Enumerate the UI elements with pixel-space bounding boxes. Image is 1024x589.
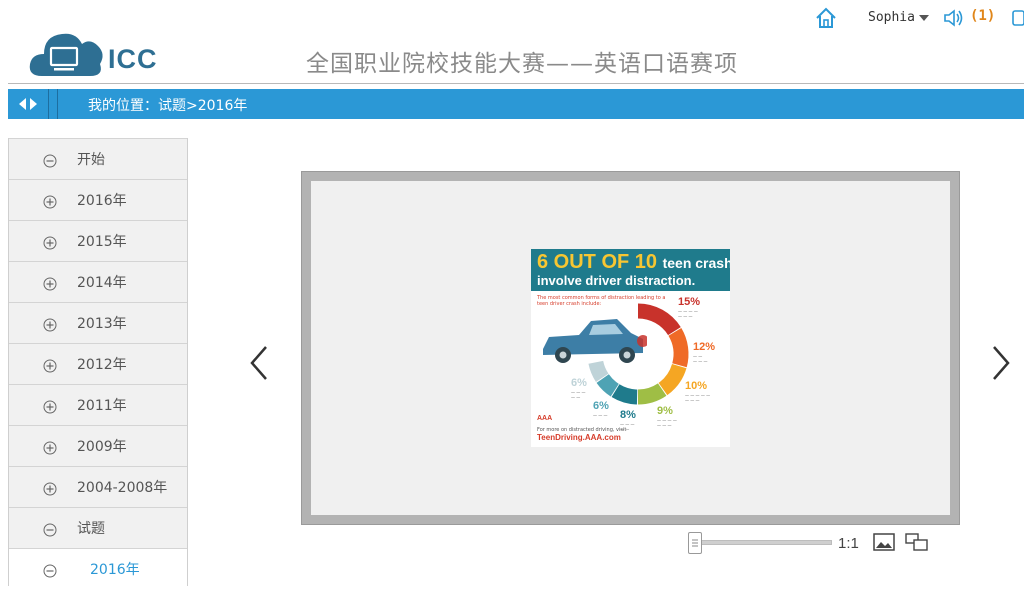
chevron-right-icon[interactable]: [990, 344, 1012, 382]
fit-to-window-icon[interactable]: [873, 533, 895, 551]
sidebar-item[interactable]: 试题: [9, 507, 187, 548]
user-name: Sophia: [868, 10, 915, 25]
left-right-arrows-icon: [19, 98, 37, 110]
grip-icon: [692, 539, 698, 547]
ring-segment: [637, 383, 667, 405]
sidebar-item[interactable]: 2004-2008年: [9, 466, 187, 507]
expand-circle-icon: [43, 400, 57, 414]
sidebar-item-label: 开始: [77, 152, 105, 168]
sidebar-item-label: 2014年: [77, 275, 127, 291]
chevron-down-icon: [918, 14, 929, 21]
ring-segment: [611, 384, 638, 405]
zoom-slider-handle[interactable]: [688, 532, 702, 554]
page-title: 全国职业院校技能大赛——英语口语赛项: [306, 51, 738, 77]
window-icon[interactable]: [1012, 9, 1024, 27]
expand-circle-icon: [43, 236, 57, 250]
breadcrumb-bar: 我的位置：试题>2016年: [8, 89, 1024, 119]
segment-desc-1: — — — — — — —: [678, 309, 698, 319]
speaker-icon[interactable]: [942, 8, 964, 28]
sidebar-item-label: 2016年: [90, 562, 140, 578]
infographic-header: 6 OUT OF 10 teen crashes involve driver …: [531, 249, 730, 291]
zoom-actual-size-button[interactable]: 1:1: [838, 535, 859, 552]
collapse-circle-icon: [43, 523, 57, 537]
infographic-headline-line2: involve driver distraction.: [537, 273, 696, 288]
segment-pct-6: 6%: [593, 400, 609, 412]
segment-pct-7: 6%: [571, 377, 587, 389]
headline-big: 6 OUT OF 10: [537, 251, 658, 273]
expand-circle-icon: [43, 441, 57, 455]
sidebar-item[interactable]: 2013年: [9, 302, 187, 343]
breadcrumb-divider: [57, 89, 58, 119]
segment-pct-3: 10%: [685, 380, 708, 392]
segment-pct-4: 9%: [657, 405, 673, 417]
fullscreen-icon[interactable]: [905, 533, 929, 551]
sidebar-item[interactable]: 2016年: [9, 179, 187, 220]
infographic-headline: 6 OUT OF 10 teen crashes: [537, 251, 730, 274]
home-icon[interactable]: [814, 6, 838, 30]
sidebar-item[interactable]: 开始: [9, 138, 187, 179]
expand-circle-icon: [43, 359, 57, 373]
sidebar-item-label: 2009年: [77, 439, 127, 455]
ring-segment: [658, 363, 687, 396]
logo-cloud-icon: [29, 33, 103, 76]
expand-circle-icon: [43, 277, 57, 291]
infographic-image[interactable]: 6 OUT OF 10 teen crashes involve driver …: [531, 249, 730, 447]
sidebar-item-label: 试题: [77, 521, 105, 537]
sidebar-item[interactable]: 2014年: [9, 261, 187, 302]
user-menu[interactable]: Sophia: [868, 10, 929, 25]
header-divider: [8, 83, 1024, 84]
segment-desc-5: — — — — —: [620, 422, 635, 432]
sidebar-item[interactable]: 2011年: [9, 384, 187, 425]
segment-desc-7: — — — — —: [571, 390, 586, 400]
sidebar-item-label: 2004-2008年: [77, 480, 168, 496]
sidebar-item[interactable]: 2016年: [9, 548, 187, 589]
sidebar-item-label: 2011年: [77, 398, 127, 414]
ring-segment: [668, 328, 689, 368]
sidebar-item-label: 2016年: [77, 193, 127, 209]
sidebar-item-label: 2012年: [77, 357, 127, 373]
logo-text: ICC: [108, 44, 158, 74]
segment-pct-2: 12%: [693, 341, 716, 353]
aaa-logo: AAA: [537, 415, 553, 422]
sidebar: 开始 2016年 2015年 2014年 2013年 2012年 2011年 2009年 200…: [8, 138, 188, 589]
sidebar-item-label: 2013年: [77, 316, 127, 332]
notification-count[interactable]: (1): [970, 8, 995, 24]
expand-circle-icon: [43, 195, 57, 209]
collapse-circle-icon: [43, 564, 57, 578]
car-icon: [543, 319, 647, 363]
sidebar-item[interactable]: 2009年: [9, 425, 187, 466]
infographic-footer-url: TeenDriving.AAA.com: [537, 433, 621, 442]
sidebar-item[interactable]: 2015年: [9, 220, 187, 261]
collapse-circle-icon: [43, 154, 57, 168]
segment-desc-3: — — — — — — — —: [685, 393, 711, 403]
expand-circle-icon: [43, 318, 57, 332]
sidebar-item-label: 2015年: [77, 234, 127, 250]
expand-circle-icon: [43, 482, 57, 496]
segment-desc-2: — — — — —: [693, 354, 708, 364]
segment-desc-6: — — —: [593, 413, 608, 418]
sidebar-item[interactable]: 2012年: [9, 343, 187, 384]
headline-small: teen crashes: [662, 255, 730, 271]
sidebar-toggle-button[interactable]: [8, 89, 49, 119]
segment-pct-1: 15%: [678, 296, 701, 308]
breadcrumb: 我的位置：试题>2016年: [88, 98, 248, 114]
chevron-left-icon[interactable]: [248, 344, 270, 382]
ring-segment: [596, 373, 620, 397]
zoom-slider-track[interactable]: [690, 540, 832, 545]
